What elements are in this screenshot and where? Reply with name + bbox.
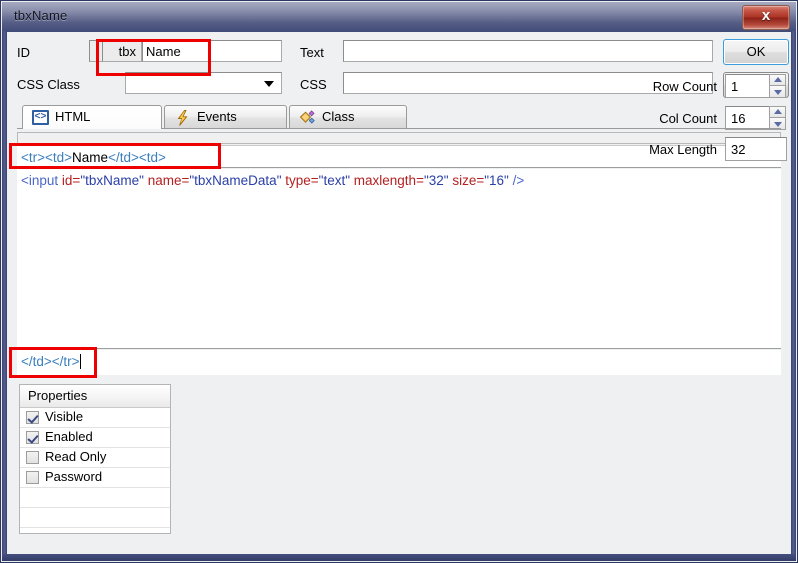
tab-html[interactable]: <> HTML xyxy=(22,105,162,129)
diamonds-icon xyxy=(299,110,316,126)
code-prefix-token-3: </td> xyxy=(108,150,139,165)
checkbox-visible[interactable] xyxy=(26,411,39,424)
code-main-token-4: name= xyxy=(147,173,190,188)
row-count-spin-down[interactable] xyxy=(769,86,786,98)
window-title: tbxName xyxy=(14,8,68,23)
code-suffix-line[interactable]: </td></tr> xyxy=(17,350,781,375)
code-main-token-8: "text" xyxy=(318,173,351,188)
properties-header: Properties xyxy=(20,385,170,408)
row-count-spinner[interactable] xyxy=(769,74,786,98)
property-label: Visible xyxy=(45,409,84,424)
id-prefix-field[interactable] xyxy=(102,40,142,62)
code-suffix-token-0: </td> xyxy=(21,354,52,369)
code-main-token-14: "16" xyxy=(484,173,509,188)
triangle-down-icon xyxy=(773,121,782,127)
text-label: Text xyxy=(300,45,324,60)
max-length-input[interactable] xyxy=(725,137,787,161)
title-bar-sheen xyxy=(2,2,796,16)
property-row-visible[interactable]: Visible xyxy=(20,408,170,428)
code-main-token-11: "32" xyxy=(423,173,449,188)
text-caret xyxy=(79,354,81,369)
code-prefix-token-4: <td> xyxy=(138,150,166,165)
ok-button[interactable]: OK xyxy=(723,39,789,65)
property-label: Password xyxy=(45,469,103,484)
dialog-window: tbxName x ID CSS Class Text CSS OK Cance… xyxy=(0,0,798,563)
dialog-client-area: ID CSS Class Text CSS OK Cancel <> HTML xyxy=(7,32,791,554)
tab-events[interactable]: Events xyxy=(164,105,287,129)
tab-class[interactable]: Class xyxy=(289,105,407,129)
close-button[interactable]: x xyxy=(742,5,790,30)
id-label: ID xyxy=(17,45,30,60)
window-frame-bottom xyxy=(2,554,796,561)
code-main-token-5: "tbxNameData" xyxy=(189,173,282,188)
code-main-token-1: id= xyxy=(61,173,81,188)
css-class-combo[interactable] xyxy=(125,72,282,94)
property-label: Enabled xyxy=(45,429,93,444)
code-editor-main[interactable]: <input id="tbxName" name="tbxNameData" t… xyxy=(17,169,781,349)
row-count-label: Row Count xyxy=(652,79,717,94)
triangle-down-icon xyxy=(773,89,782,95)
properties-list: Visible Enabled Read Only Password xyxy=(20,408,170,528)
col-count-input[interactable] xyxy=(725,106,770,130)
triangle-up-icon xyxy=(773,77,782,82)
code-main-token-10: maxlength= xyxy=(353,173,424,188)
window-frame-right xyxy=(791,31,796,561)
property-row-empty xyxy=(20,488,170,508)
code-main-token-0: <input xyxy=(21,173,62,188)
chevron-down-icon xyxy=(264,81,274,87)
col-count-label: Col Count xyxy=(659,111,717,126)
tab-html-label: HTML xyxy=(55,109,91,124)
property-row-enabled[interactable]: Enabled xyxy=(20,428,170,448)
css-class-label: CSS Class xyxy=(17,77,80,92)
tab-class-label: Class xyxy=(322,109,355,124)
code-main-token-15: /> xyxy=(508,173,525,188)
code-main-token-7: type= xyxy=(285,173,319,188)
code-brackets-icon: <> xyxy=(32,110,49,126)
checkbox-enabled[interactable] xyxy=(26,431,39,444)
code-prefix-token-1: <td> xyxy=(45,150,73,165)
code-prefix-token-2: Name xyxy=(72,150,109,165)
property-row-password[interactable]: Password xyxy=(20,468,170,488)
property-row-read-only[interactable]: Read Only xyxy=(20,448,170,468)
close-x-icon: x xyxy=(761,7,771,24)
col-count-spinner[interactable] xyxy=(769,106,786,130)
row-count-spin-up[interactable] xyxy=(769,74,786,86)
properties-panel: Properties Visible Enabled Read Only Passwo… xyxy=(19,384,171,534)
code-main-token-2: "tbxName" xyxy=(80,173,144,188)
code-suffix-token-1: </tr> xyxy=(51,354,80,369)
code-main-token-13: size= xyxy=(452,173,485,188)
property-row-empty xyxy=(20,508,170,528)
lightning-bolt-icon xyxy=(174,110,191,126)
text-field[interactable] xyxy=(343,40,713,62)
checkbox-read-only[interactable] xyxy=(26,451,39,464)
triangle-up-icon xyxy=(773,109,782,114)
code-prefix-token-0: <tr> xyxy=(21,150,46,165)
tab-events-label: Events xyxy=(197,109,237,124)
title-bar: tbxName x xyxy=(2,2,796,33)
checkbox-password[interactable] xyxy=(26,471,39,484)
col-count-spin-up[interactable] xyxy=(769,106,786,118)
css-label: CSS xyxy=(300,77,327,92)
max-length-label: Max Length xyxy=(649,142,717,157)
row-count-input[interactable] xyxy=(725,74,770,98)
id-name-field[interactable] xyxy=(142,40,282,62)
property-label: Read Only xyxy=(45,449,107,464)
